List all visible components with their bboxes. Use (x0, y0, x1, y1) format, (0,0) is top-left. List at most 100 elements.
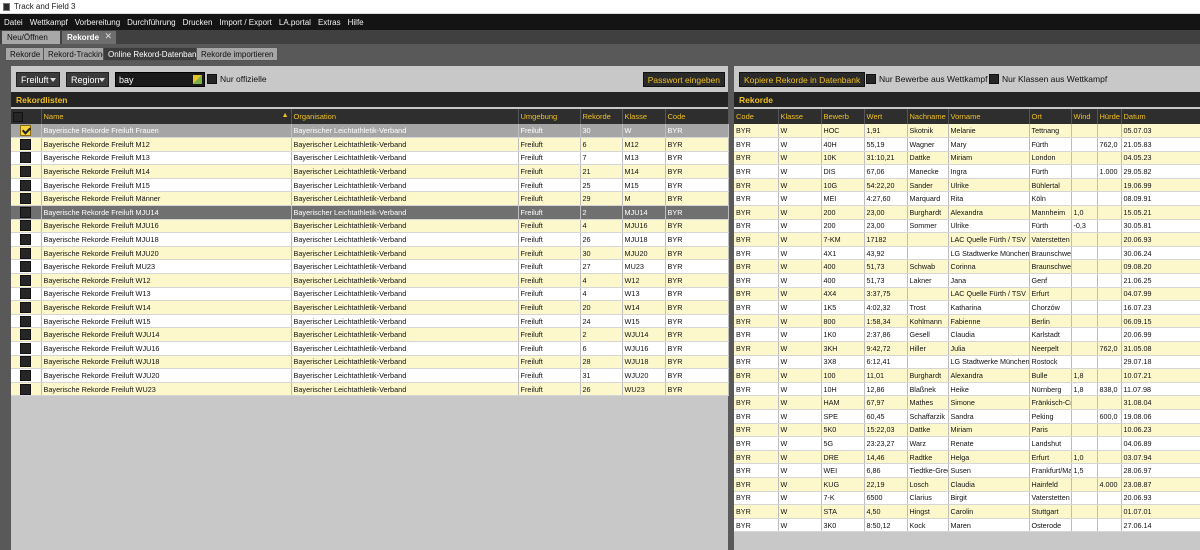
table-row[interactable]: BYR W DRE 14,46 Radtke Helga Erfurt 1,0 03.07.94 (734, 450, 1200, 465)
menu-item-vorbereitung[interactable]: Vorbereitung (75, 18, 120, 27)
cell-select[interactable] (11, 314, 42, 329)
cell-select[interactable] (11, 178, 42, 193)
table-row[interactable]: BYR W 800 1:58,34 Kohlmann Fabienne Berlin 06.0… (734, 314, 1200, 329)
table-row[interactable]: BYR W 200 23,00 Burghardt Alexandra Mannheim 1,… (734, 205, 1200, 220)
table-row[interactable]: Bayerische Rekorde Freiluft M15 Bayerisch… (11, 178, 729, 193)
table-row[interactable]: Bayerische Rekorde Freiluft Frauen Bayeri… (11, 124, 729, 139)
table-row[interactable]: Bayerische Rekorde Freiluft Männer Bayeri… (11, 191, 729, 207)
table-row[interactable]: BYRW40051,73SchwabCorinnaBraunschweig 09.… (734, 259, 1200, 275)
subtab-rekorde[interactable]: Rekorde (5, 47, 46, 61)
cell-select[interactable] (11, 327, 42, 342)
menu-item-hilfe[interactable]: Hilfe (348, 18, 364, 27)
column-header-bewerb[interactable]: Bewerb (821, 109, 865, 124)
checkbox-box[interactable] (989, 74, 999, 84)
table-row[interactable]: BYR W 200 23,00 Sommer Ulrike Fürth -0,3 30.05.8… (734, 219, 1200, 234)
cell-select[interactable] (11, 164, 42, 179)
table-row[interactable]: BYR W 10H 12,86 Blaßnek Heike Nürnberg 1,8 838,0… (734, 382, 1200, 397)
menu-item-laportal[interactable]: LA.portal (279, 18, 311, 27)
table-row[interactable]: BYR W 100 11,01 Burghardt Alexandra Bulle 1,8 10… (734, 368, 1200, 383)
cell-select[interactable] (11, 219, 42, 234)
checkbox-unchecked[interactable] (20, 179, 32, 191)
table-row[interactable]: BYR W 3KH 9:42,72 Hiller Julia Neerpelt 762,0 31… (734, 341, 1200, 356)
column-header-hrde[interactable]: Hürde (1097, 109, 1122, 124)
column-header-wert[interactable]: Wert (864, 109, 908, 124)
table-row[interactable]: Bayerische Rekorde Freiluft WJU18 Bayeris… (11, 355, 729, 370)
table-row[interactable]: BYR W 1K0 2:37,86 Gesell Claudia Karlstadt 20.0… (734, 327, 1200, 342)
table-row[interactable]: BYR W SPE 60,45 Schaffarzik Sandra Peking 600,0… (734, 409, 1200, 424)
table-row[interactable]: Bayerische Rekorde Freiluft MJU18 Bayeris… (11, 232, 729, 247)
menu-item-wettkampf[interactable]: Wettkampf (30, 18, 68, 27)
table-row[interactable]: Bayerische Rekorde Freiluft WJU20 Bayeris… (11, 368, 729, 383)
table-row[interactable]: Bayerische Rekorde Freiluft WJU16 Bayeris… (11, 341, 729, 356)
checkbox-unchecked[interactable] (20, 302, 32, 314)
menu-item-drucken[interactable]: Drucken (183, 18, 213, 27)
column-header-organisation[interactable]: Organisation (291, 109, 519, 124)
subtab-rekorde-importieren[interactable]: Rekorde importieren (196, 47, 279, 61)
table-row[interactable]: BYR W 5K0 15:22,03 Dattke Miriam Paris 10.06.23 (734, 423, 1200, 438)
cell-select[interactable] (11, 124, 42, 139)
menu-item-durchfuehrung[interactable]: Durchführung (127, 18, 175, 27)
table-row[interactable]: BYR W 5G 23:23,27 Warz Renate Landshut 04.06.89 (734, 436, 1200, 451)
checkbox-unchecked[interactable] (20, 288, 32, 300)
checkbox-unchecked[interactable] (20, 315, 32, 327)
cell-select[interactable] (11, 341, 42, 356)
table-row[interactable]: Bayerische Rekorde Freiluft MJU20 Bayeris… (11, 246, 729, 261)
cell-select[interactable] (11, 259, 42, 275)
table-row[interactable]: BYR W HOC 1,91 Skotnik Melanie Tettnang 05.07.0… (734, 124, 1200, 139)
table-row[interactable]: Bayerische Rekorde Freiluft WJU14 Bayeris… (11, 327, 729, 342)
column-header-vorname[interactable]: Vorname (948, 109, 1030, 124)
table-row[interactable]: BYR W 400 51,73 Lakner Jana Genf 21.06.25 (734, 273, 1200, 288)
checkbox-unchecked[interactable] (20, 383, 32, 395)
checkbox-unchecked[interactable] (20, 220, 32, 232)
table-row[interactable]: BYR W 3K0 8:50,12 Kock Maren Osterode 27.06.14 (734, 518, 1200, 533)
menu-item-import-export[interactable]: Import / Export (219, 18, 271, 27)
table-row[interactable]: Bayerische Rekorde Freiluft W12 Bayerisch… (11, 273, 729, 288)
column-header-code[interactable]: Code (734, 109, 779, 124)
copy-records-button[interactable]: Kopiere Rekorde in Datenbank (739, 72, 866, 87)
table-row[interactable]: BYR W 7-KM 17182 LAC Quelle Fürth / TSV Vater… (734, 232, 1200, 247)
table-row[interactable]: Bayerische Rekorde Freiluft W14 Bayerisch… (11, 300, 729, 315)
table-row[interactable]: Bayerische Rekorde Freiluft MJU14 Bayeris… (11, 205, 729, 220)
table-row[interactable]: Bayerische Rekorde Freiluft W15 Bayerisch… (11, 314, 729, 329)
table-row[interactable]: BYR W 7-K 6500 Clarius Birgit Vaterstetten 20.0… (734, 491, 1200, 506)
cell-select[interactable] (11, 287, 42, 302)
checkbox-unchecked[interactable] (20, 274, 32, 286)
cell-select[interactable] (11, 382, 42, 397)
column-header-ort[interactable]: Ort (1029, 109, 1072, 124)
only-classes-checkbox[interactable]: Nur Klassen aus Wettkampf (989, 74, 1107, 84)
table-row[interactable]: BYR W 4X4 3:37,75 LAC Quelle Fürth / TSV Erfu… (734, 287, 1200, 302)
column-header-rekorde[interactable]: Rekorde (580, 109, 623, 124)
cell-select[interactable] (11, 232, 42, 247)
table-row[interactable]: Bayerische Rekorde Freiluft M13 Bayerisch… (11, 151, 729, 166)
only-events-checkbox[interactable]: Nur Bewerbe aus Wettkampf (866, 74, 988, 84)
cell-select[interactable] (11, 368, 42, 383)
column-header-select[interactable] (11, 109, 42, 124)
checkbox-box[interactable] (866, 74, 876, 84)
checkbox-unchecked[interactable] (20, 234, 32, 246)
tab-neu-oeffnen[interactable]: Neu/Öffnen (2, 31, 60, 44)
column-header-umgebung[interactable]: Umgebung (518, 109, 581, 124)
table-row[interactable]: BYRWWEI6,86Tiedtke-GreenSusenFrankfurt/M… (734, 463, 1200, 478)
table-row[interactable]: Bayerische Rekorde Freiluft MJU16 Bayeris… (11, 219, 729, 234)
table-row[interactable]: Bayerische Rekorde Freiluft MU23 Bayerisc… (11, 259, 729, 275)
table-row[interactable]: Bayerische Rekorde Freiluft WU23 Bayerisc… (11, 382, 729, 397)
table-row[interactable]: BYR W DIS 67,06 Manecke Ingra Fürth 1.000 29.05.… (734, 164, 1200, 179)
column-header-name[interactable]: Name ▲ (41, 109, 292, 124)
cell-select[interactable] (11, 355, 42, 370)
menu-item-extras[interactable]: Extras (318, 18, 341, 27)
column-header-datum[interactable]: Datum (1121, 109, 1200, 124)
checkbox-unchecked[interactable] (20, 356, 32, 368)
cell-select[interactable] (11, 137, 42, 152)
table-row[interactable]: BYR W KUG 22,19 Losch Claudia Hainfeld 4.000 23.… (734, 477, 1200, 492)
only-official-checkbox[interactable]: Nur offizielle (207, 74, 267, 84)
column-header-code[interactable]: Code (665, 109, 729, 124)
region-dropdown[interactable]: Region (66, 72, 109, 87)
column-header-nachname[interactable]: Nachname (907, 109, 949, 124)
checkbox-unchecked[interactable] (20, 342, 32, 354)
column-header-klasse[interactable]: Klasse (778, 109, 822, 124)
filter-icon[interactable] (193, 75, 202, 84)
search-input[interactable]: bay (115, 72, 205, 87)
table-row[interactable]: BYR W 10K 31:10,21 Dattke Miriam London 04.05.2… (734, 151, 1200, 166)
table-row[interactable]: BYR W 10G 54:22,20 Sander Ulrike Bühlertal 19.0… (734, 178, 1200, 193)
table-row[interactable]: BYR W MEI 4:27,60 Marquard Rita Köln 08.09.91 (734, 191, 1200, 207)
